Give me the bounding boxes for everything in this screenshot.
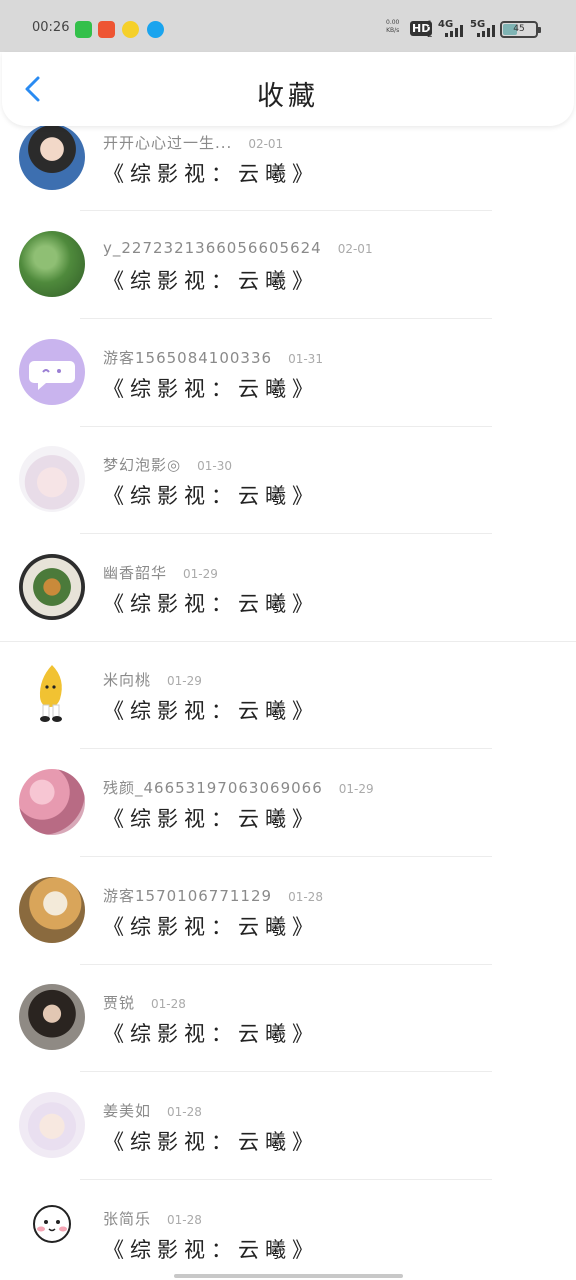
divider xyxy=(80,1071,492,1072)
list-item[interactable]: 姜美如 01-28 《综影视：云曦》 xyxy=(0,1092,576,1200)
avatar xyxy=(19,339,85,405)
item-title: 《综影视：云曦》 xyxy=(103,1238,319,1262)
home-indicator[interactable] xyxy=(174,1274,403,1278)
avatar xyxy=(19,769,85,835)
item-title: 《综影视：云曦》 xyxy=(103,592,319,616)
signal-4g-icon xyxy=(445,25,463,37)
avatar xyxy=(19,877,85,943)
item-date: 01-28 xyxy=(167,1213,202,1227)
avatar xyxy=(19,446,85,512)
item-title: 《综影视：云曦》 xyxy=(103,699,319,723)
iqiyi-app-icon xyxy=(75,21,92,38)
battery-level-text: 45 xyxy=(513,24,525,34)
divider xyxy=(80,318,492,319)
user-name: 游客1570106771129 xyxy=(103,887,273,905)
item-date: 02-01 xyxy=(248,137,284,151)
avatar xyxy=(19,231,85,297)
item-title: 《综影视：云曦》 xyxy=(103,377,319,401)
avatar xyxy=(19,661,85,727)
list-item[interactable]: 米向桃 01-29 《综影视：云曦》 xyxy=(0,661,576,769)
user-name: 贾锐 xyxy=(103,994,136,1012)
avatar xyxy=(19,126,85,190)
item-date: 01-28 xyxy=(151,997,186,1011)
user-name: 游客1565084100336 xyxy=(103,349,273,367)
signal-5g-icon xyxy=(477,25,495,37)
item-title: 《综影视：云曦》 xyxy=(103,1130,319,1154)
avatar xyxy=(19,1092,85,1158)
user-name: 姜美如 xyxy=(103,1102,152,1120)
user-name: 幽香韶华 xyxy=(103,564,168,582)
list-item[interactable]: 贾锐 01-28 《综影视：云曦》 xyxy=(0,984,576,1092)
item-date: 01-28 xyxy=(288,890,323,904)
avatar xyxy=(19,984,85,1050)
list-item[interactable]: 幽香韶华 01-29 《综影视：云曦》 xyxy=(0,554,576,662)
list-item[interactable]: 开开心心过一生... 02-01 《综影视：云曦》 xyxy=(0,126,576,234)
item-date: 01-31 xyxy=(288,352,323,366)
user-name: y_2272321366056605624 xyxy=(103,239,322,257)
avatar xyxy=(19,1200,85,1266)
battery-icon: 45 xyxy=(500,21,541,38)
divider xyxy=(80,748,492,749)
list-item[interactable]: 游客1570106771129 01-28 《综影视：云曦》 xyxy=(0,877,576,985)
banana-character-icon xyxy=(39,665,62,722)
item-date: 01-29 xyxy=(167,674,202,688)
item-title: 《综影视：云曦》 xyxy=(103,1022,319,1046)
qq-app-icon xyxy=(147,21,164,38)
user-name: 梦幻泡影◎ xyxy=(103,456,182,474)
red-app-icon xyxy=(98,21,115,38)
user-name: 米向桃 xyxy=(103,671,152,689)
network-speed: 0.00 KB/s xyxy=(386,19,400,34)
status-bar: 00:26 0.00 KB/s HD 1 2 4G 5G 45 xyxy=(0,0,576,52)
list-item[interactable]: 残颜_46653197063069066 01-29 《综影视：云曦》 xyxy=(0,769,576,877)
item-date: 01-29 xyxy=(338,782,374,796)
hd-sim-index: 1 2 xyxy=(427,20,433,40)
list-item[interactable]: y_2272321366056605624 02-01 《综影视：云曦》 xyxy=(0,231,576,339)
chat-bubble-icon xyxy=(29,361,75,390)
list-item[interactable]: 游客1565084100336 01-31 《综影视：云曦》 xyxy=(0,339,576,447)
item-date: 02-01 xyxy=(337,242,373,256)
user-name: 开开心心过一生... xyxy=(103,134,233,152)
yellow-app-icon xyxy=(122,21,139,38)
avatar xyxy=(19,554,85,620)
user-name: 张简乐 xyxy=(103,1210,152,1228)
divider xyxy=(80,1179,492,1180)
item-title: 《综影视：云曦》 xyxy=(103,269,319,293)
item-title: 《综影视：云曦》 xyxy=(103,484,319,508)
favorites-list[interactable]: 开开心心过一生... 02-01 《综影视：云曦》 y_2272321366056… xyxy=(0,126,576,1280)
list-item[interactable]: 张简乐 01-28 《综影视：云曦》 xyxy=(0,1200,576,1280)
list-item[interactable]: 梦幻泡影◎ 01-30 《综影视：云曦》 xyxy=(0,446,576,554)
item-date: 01-30 xyxy=(197,459,232,473)
item-title: 《综影视：云曦》 xyxy=(103,162,319,186)
divider xyxy=(80,856,492,857)
item-date: 01-28 xyxy=(167,1105,202,1119)
item-title: 《综影视：云曦》 xyxy=(103,915,319,939)
cartoon-face-icon xyxy=(25,1205,79,1260)
divider xyxy=(0,641,576,642)
divider xyxy=(80,210,492,211)
user-name: 残颜_46653197063069066 xyxy=(103,779,323,797)
item-title: 《综影视：云曦》 xyxy=(103,807,319,831)
header-bar: 收藏 xyxy=(2,52,574,126)
divider xyxy=(80,426,492,427)
divider xyxy=(80,964,492,965)
page-title: 收藏 xyxy=(257,81,319,112)
item-date: 01-29 xyxy=(183,567,218,581)
status-time: 00:26 xyxy=(32,20,70,35)
divider xyxy=(80,533,492,534)
